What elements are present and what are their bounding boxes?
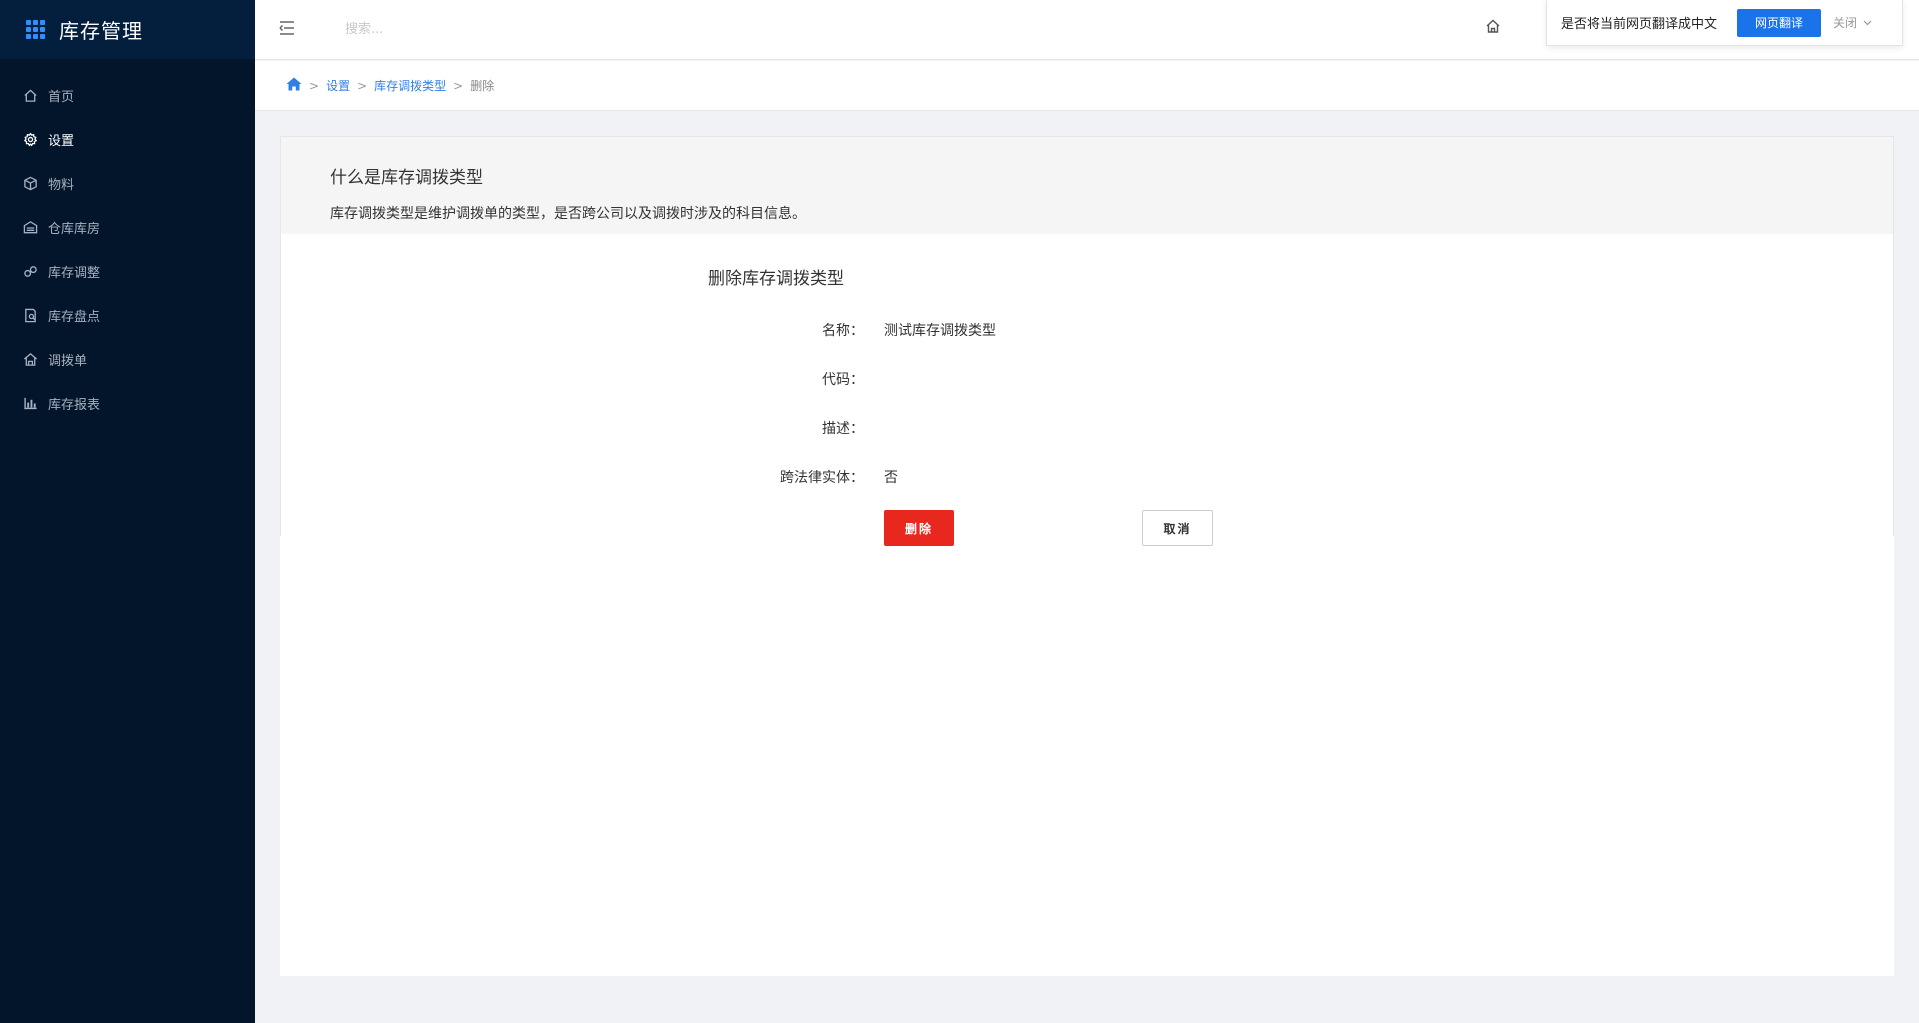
chevron-down-icon <box>1863 20 1872 25</box>
sidebar-item-label: 库存调整 <box>48 265 101 281</box>
sidebar-item-label: 仓库库房 <box>48 221 101 237</box>
translate-close-label: 关闭 <box>1833 16 1858 30</box>
sidebar-item-stock-adjust[interactable]: 库存调整 <box>0 249 255 293</box>
sidebar-item-home[interactable]: 首页 <box>0 73 255 117</box>
form-title: 删除库存调拨类型 <box>708 269 844 289</box>
sidebar-item-settings[interactable]: 设置 <box>0 117 255 161</box>
sidebar-item-warehouse[interactable]: 仓库库房 <box>0 205 255 249</box>
inventory-check-icon <box>22 307 38 323</box>
gear-icon <box>22 131 38 147</box>
translate-close-button[interactable]: 关闭 <box>1833 14 1872 31</box>
breadcrumb-separator: > <box>357 78 368 93</box>
breadcrumb-link-transfer-type[interactable]: 库存调拨类型 <box>374 77 446 94</box>
app-logo[interactable]: 库存管理 <box>0 0 255 59</box>
sidebar-item-label: 设置 <box>48 133 75 149</box>
breadcrumb-separator: > <box>453 78 464 93</box>
adjust-icon <box>22 263 38 279</box>
field-description-row: 描述： <box>280 418 1894 442</box>
search-input[interactable] <box>345 16 645 42</box>
translate-button[interactable]: 网页翻译 <box>1737 8 1822 37</box>
top-header: 是否将当前网页翻译成中文 网页翻译 关闭 <box>255 0 1919 60</box>
breadcrumb-home-icon[interactable] <box>286 77 302 94</box>
menu-toggle-icon[interactable] <box>277 18 297 38</box>
field-value: 否 <box>884 470 898 486</box>
sidebar-item-stock-report[interactable]: 库存报表 <box>0 381 255 425</box>
sidebar-item-label: 库存报表 <box>48 397 101 413</box>
sidebar-menu: 首页 设置 物料 仓库库房 库存调整 库存盘点 调拨单 库存报表 <box>0 73 255 425</box>
intro-description: 库存调拨类型是维护调拨单的类型，是否跨公司以及调拨时涉及的科目信息。 <box>330 206 806 222</box>
breadcrumb-link-settings[interactable]: 设置 <box>326 77 350 94</box>
bar-chart-icon <box>22 395 38 411</box>
field-label: 跨法律实体： <box>780 470 864 486</box>
home-icon[interactable] <box>1485 18 1503 36</box>
intro-title: 什么是库存调拨类型 <box>330 168 483 188</box>
breadcrumb-separator: > <box>309 78 320 93</box>
cancel-button[interactable]: 取消 <box>1142 510 1213 546</box>
home-icon <box>22 87 38 103</box>
cube-icon <box>22 175 38 191</box>
sidebar: 库存管理 首页 设置 物料 仓库库房 库存调整 库存盘点 调拨单 库存报表 <box>0 0 255 1023</box>
sidebar-item-materials[interactable]: 物料 <box>0 161 255 205</box>
transfer-icon <box>22 351 38 367</box>
field-value: 测试库存调拨类型 <box>884 323 996 339</box>
field-label: 描述： <box>822 421 864 437</box>
breadcrumb: > 设置 > 库存调拨类型 > 删除 <box>255 61 1919 111</box>
intro-section: 什么是库存调拨类型 库存调拨类型是维护调拨单的类型，是否跨公司以及调拨时涉及的科… <box>280 136 1894 234</box>
sidebar-item-transfer[interactable]: 调拨单 <box>0 337 255 381</box>
field-name-row: 名称： 测试库存调拨类型 <box>280 320 1894 344</box>
content-panel: 什么是库存调拨类型 库存调拨类型是维护调拨单的类型，是否跨公司以及调拨时涉及的科… <box>280 136 1894 976</box>
breadcrumb-current: 删除 <box>470 79 495 93</box>
warehouse-icon <box>22 219 38 235</box>
delete-button[interactable]: 删除 <box>884 510 954 546</box>
field-cross-entity-row: 跨法律实体： 否 <box>280 467 1894 491</box>
field-label: 代码： <box>822 372 864 388</box>
field-code-row: 代码： <box>280 369 1894 393</box>
app-title: 库存管理 <box>59 19 143 43</box>
sidebar-item-label: 库存盘点 <box>48 309 101 325</box>
translate-prompt-bar: 是否将当前网页翻译成中文 网页翻译 关闭 <box>1546 0 1903 46</box>
sidebar-item-stock-check[interactable]: 库存盘点 <box>0 293 255 337</box>
sidebar-item-label: 调拨单 <box>48 353 88 369</box>
field-label: 名称： <box>822 323 864 339</box>
translate-prompt-text: 是否将当前网页翻译成中文 <box>1561 17 1718 32</box>
sidebar-item-label: 首页 <box>48 89 75 105</box>
sidebar-item-label: 物料 <box>48 177 75 193</box>
app-grid-icon <box>26 20 45 39</box>
